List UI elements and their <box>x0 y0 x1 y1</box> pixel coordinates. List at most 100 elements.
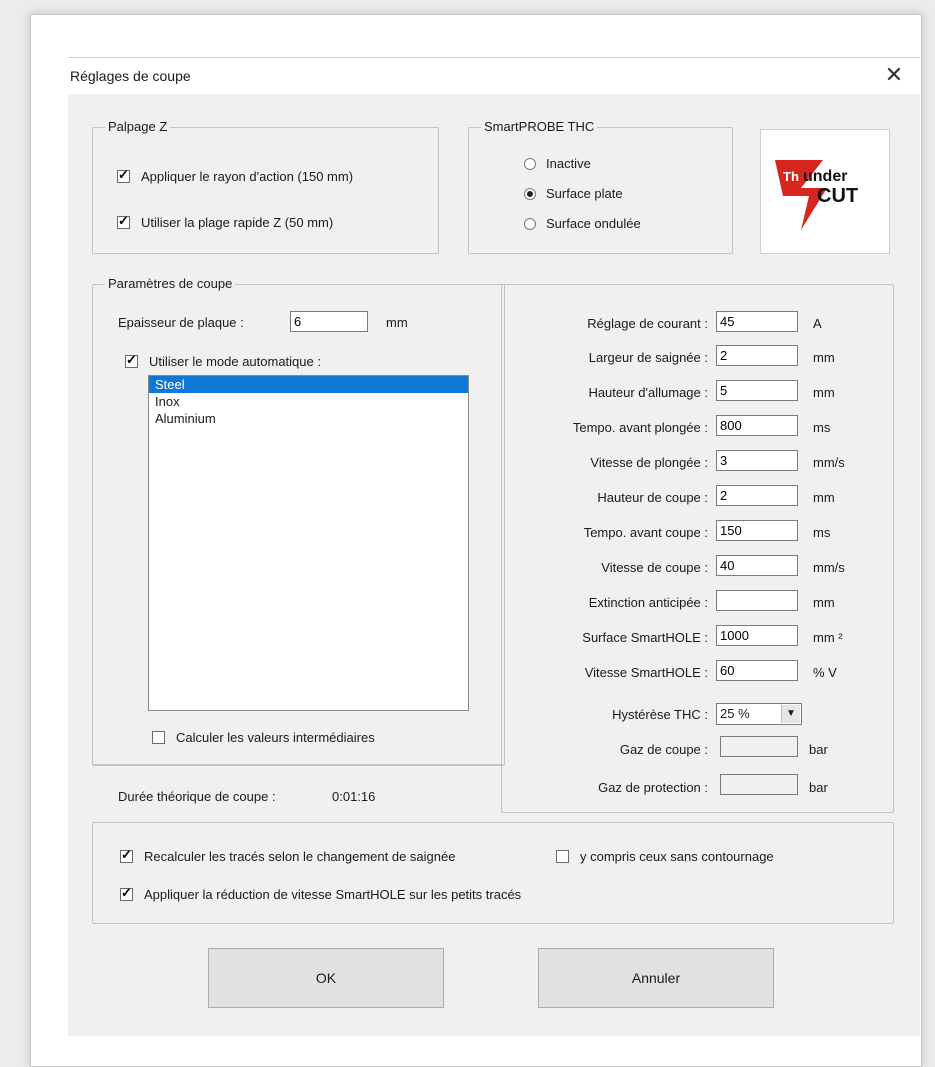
logo-th-text: Th <box>783 169 799 184</box>
params-divider <box>92 764 503 765</box>
smartprobe-thc-group: SmartPROBE THC Inactive Surface plate Su… <box>468 119 733 254</box>
thc-option-wavy[interactable]: Surface ondulée <box>524 216 641 231</box>
gas-cut-label: Gaz de coupe : <box>619 742 708 757</box>
duration-label: Durée théorique de coupe : <box>118 789 276 804</box>
auto-mode-label: Utiliser le mode automatique : <box>149 354 321 369</box>
gas-protect-label: Gaz de protection : <box>598 780 708 795</box>
material-item-aluminium[interactable]: Aluminium <box>149 410 468 427</box>
setting-label-smarthole-speed: Vitesse SmartHOLE : <box>584 665 708 680</box>
cancel-button[interactable]: Annuler <box>538 948 774 1008</box>
setting-unit-cut-delay: ms <box>813 525 831 540</box>
logo-under-text: under <box>803 168 847 185</box>
auto-mode-checkbox[interactable]: Utiliser le mode automatique : <box>125 352 321 369</box>
smarthole-reduction-check-box[interactable] <box>120 885 133 901</box>
hysteresis-value: 25 % <box>720 706 750 721</box>
setting-input-plunge-speed[interactable] <box>716 450 798 471</box>
setting-label-cut-speed: Vitesse de coupe : <box>601 560 708 575</box>
smarthole-reduction-label: Appliquer la réduction de vitesse SmartH… <box>144 887 522 902</box>
setting-input-pierce-delay[interactable] <box>716 415 798 436</box>
setting-input-smarthole-speed[interactable] <box>716 660 798 681</box>
setting-label-plunge-speed: Vitesse de plongée : <box>590 455 708 470</box>
apply-radius-check-box[interactable] <box>117 167 130 183</box>
setting-unit-pierce-height: mm <box>813 385 835 400</box>
thc-wavy-label: Surface ondulée <box>546 216 641 231</box>
setting-unit-cut-speed: mm/s <box>813 560 845 575</box>
setting-label-cut-delay: Tempo. avant coupe : <box>583 525 708 540</box>
thc-flat-radio[interactable] <box>524 187 536 200</box>
apply-radius-checkbox[interactable]: Appliquer le rayon d'action (150 mm) <box>117 167 354 184</box>
rapid-range-label: Utiliser la plage rapide Z (50 mm) <box>141 215 334 230</box>
title-bar: Réglages de coupe ✕ <box>68 58 920 94</box>
plate-thickness-label: Epaisseur de plaque : <box>118 315 244 330</box>
include-uncontoured-checkbox[interactable]: y compris ceux sans contournage <box>556 849 774 864</box>
auto-mode-check-box[interactable] <box>125 352 138 368</box>
thc-option-flat[interactable]: Surface plate <box>524 186 623 201</box>
ok-button[interactable]: OK <box>208 948 444 1008</box>
setting-label-pierce-delay: Tempo. avant plongée : <box>572 420 708 435</box>
include-uncontoured-check-box[interactable] <box>556 850 569 863</box>
intermediate-values-checkbox[interactable]: Calculer les valeurs intermédiaires <box>152 730 375 745</box>
apply-radius-label: Appliquer le rayon d'action (150 mm) <box>141 169 354 184</box>
thc-inactive-label: Inactive <box>546 156 591 171</box>
setting-unit-kerf: mm <box>813 350 835 365</box>
setting-unit-cut-height: mm <box>813 490 835 505</box>
cutting-params-legend: Paramètres de coupe <box>105 276 236 291</box>
thundercut-logo-graphic: Th under CUT <box>775 160 858 230</box>
thundercut-logo: Th under CUT <box>760 129 890 254</box>
recalc-label: Recalculer les tracés selon le changemen… <box>144 849 456 864</box>
include-uncontoured-label: y compris ceux sans contournage <box>580 849 774 864</box>
thc-option-inactive[interactable]: Inactive <box>524 156 591 171</box>
setting-unit-pierce-delay: ms <box>813 420 831 435</box>
plate-thickness-input[interactable] <box>290 311 368 332</box>
gas-protect-unit: bar <box>809 780 828 795</box>
setting-label-kerf: Largeur de saignée : <box>588 350 708 365</box>
setting-label-cut-height: Hauteur de coupe : <box>597 490 708 505</box>
palpage-z-group: Palpage Z Appliquer le rayon d'action (1… <box>92 119 439 254</box>
palpage-z-legend: Palpage Z <box>105 119 171 134</box>
logo-cut-text: CUT <box>817 185 858 207</box>
setting-input-smarthole-surface[interactable] <box>716 625 798 646</box>
setting-label-smarthole-surface: Surface SmartHOLE : <box>582 630 708 645</box>
hysteresis-label: Hystérèse THC : <box>612 707 708 722</box>
setting-input-current[interactable] <box>716 311 798 332</box>
chevron-down-icon[interactable]: ▼ <box>781 705 800 723</box>
setting-label-early-off: Extinction anticipée : <box>588 595 708 610</box>
gas-cut-input[interactable] <box>720 736 798 757</box>
setting-unit-current: A <box>813 316 822 331</box>
rapid-range-check-box[interactable] <box>117 213 130 229</box>
material-item-inox[interactable]: Inox <box>149 393 468 410</box>
material-listbox[interactable]: Steel Inox Aluminium <box>148 375 469 711</box>
setting-input-cut-delay[interactable] <box>716 520 798 541</box>
setting-input-early-off[interactable] <box>716 590 798 611</box>
duration-value: 0:01:16 <box>332 789 376 804</box>
smartprobe-thc-legend: SmartPROBE THC <box>481 119 598 134</box>
hysteresis-select[interactable]: 25 % ▼ <box>716 703 802 725</box>
thc-wavy-radio[interactable] <box>524 217 536 230</box>
rapid-range-checkbox[interactable]: Utiliser la plage rapide Z (50 mm) <box>117 213 334 230</box>
setting-input-pierce-height[interactable] <box>716 380 798 401</box>
recalc-check-box[interactable] <box>120 847 133 863</box>
plate-thickness-unit: mm <box>386 315 408 330</box>
dialog-title: Réglages de coupe <box>70 68 191 84</box>
smarthole-reduction-checkbox[interactable]: Appliquer la réduction de vitesse SmartH… <box>120 885 522 902</box>
setting-label-current: Réglage de courant : <box>587 316 708 331</box>
gas-protect-input[interactable] <box>720 774 798 795</box>
intermediate-values-label: Calculer les valeurs intermédiaires <box>176 730 375 745</box>
setting-input-kerf[interactable] <box>716 345 798 366</box>
thc-flat-label: Surface plate <box>546 186 623 201</box>
cutting-settings-dialog: Réglages de coupe ✕ Palpage Z Appliquer … <box>68 57 920 1036</box>
recalc-checkbox[interactable]: Recalculer les tracés selon le changemen… <box>120 847 456 864</box>
close-icon[interactable]: ✕ <box>882 62 906 88</box>
setting-input-cut-height[interactable] <box>716 485 798 506</box>
bottom-options-group <box>92 822 894 924</box>
thc-inactive-radio[interactable] <box>524 157 536 170</box>
setting-unit-early-off: mm <box>813 595 835 610</box>
setting-unit-plunge-speed: mm/s <box>813 455 845 470</box>
gas-cut-unit: bar <box>809 742 828 757</box>
setting-input-cut-speed[interactable] <box>716 555 798 576</box>
setting-label-pierce-height: Hauteur d'allumage : <box>588 385 708 400</box>
intermediate-values-check-box[interactable] <box>152 731 165 744</box>
material-item-steel[interactable]: Steel <box>149 376 468 393</box>
setting-unit-smarthole-speed: % V <box>813 665 837 680</box>
setting-unit-smarthole-surface: mm ² <box>813 630 843 645</box>
